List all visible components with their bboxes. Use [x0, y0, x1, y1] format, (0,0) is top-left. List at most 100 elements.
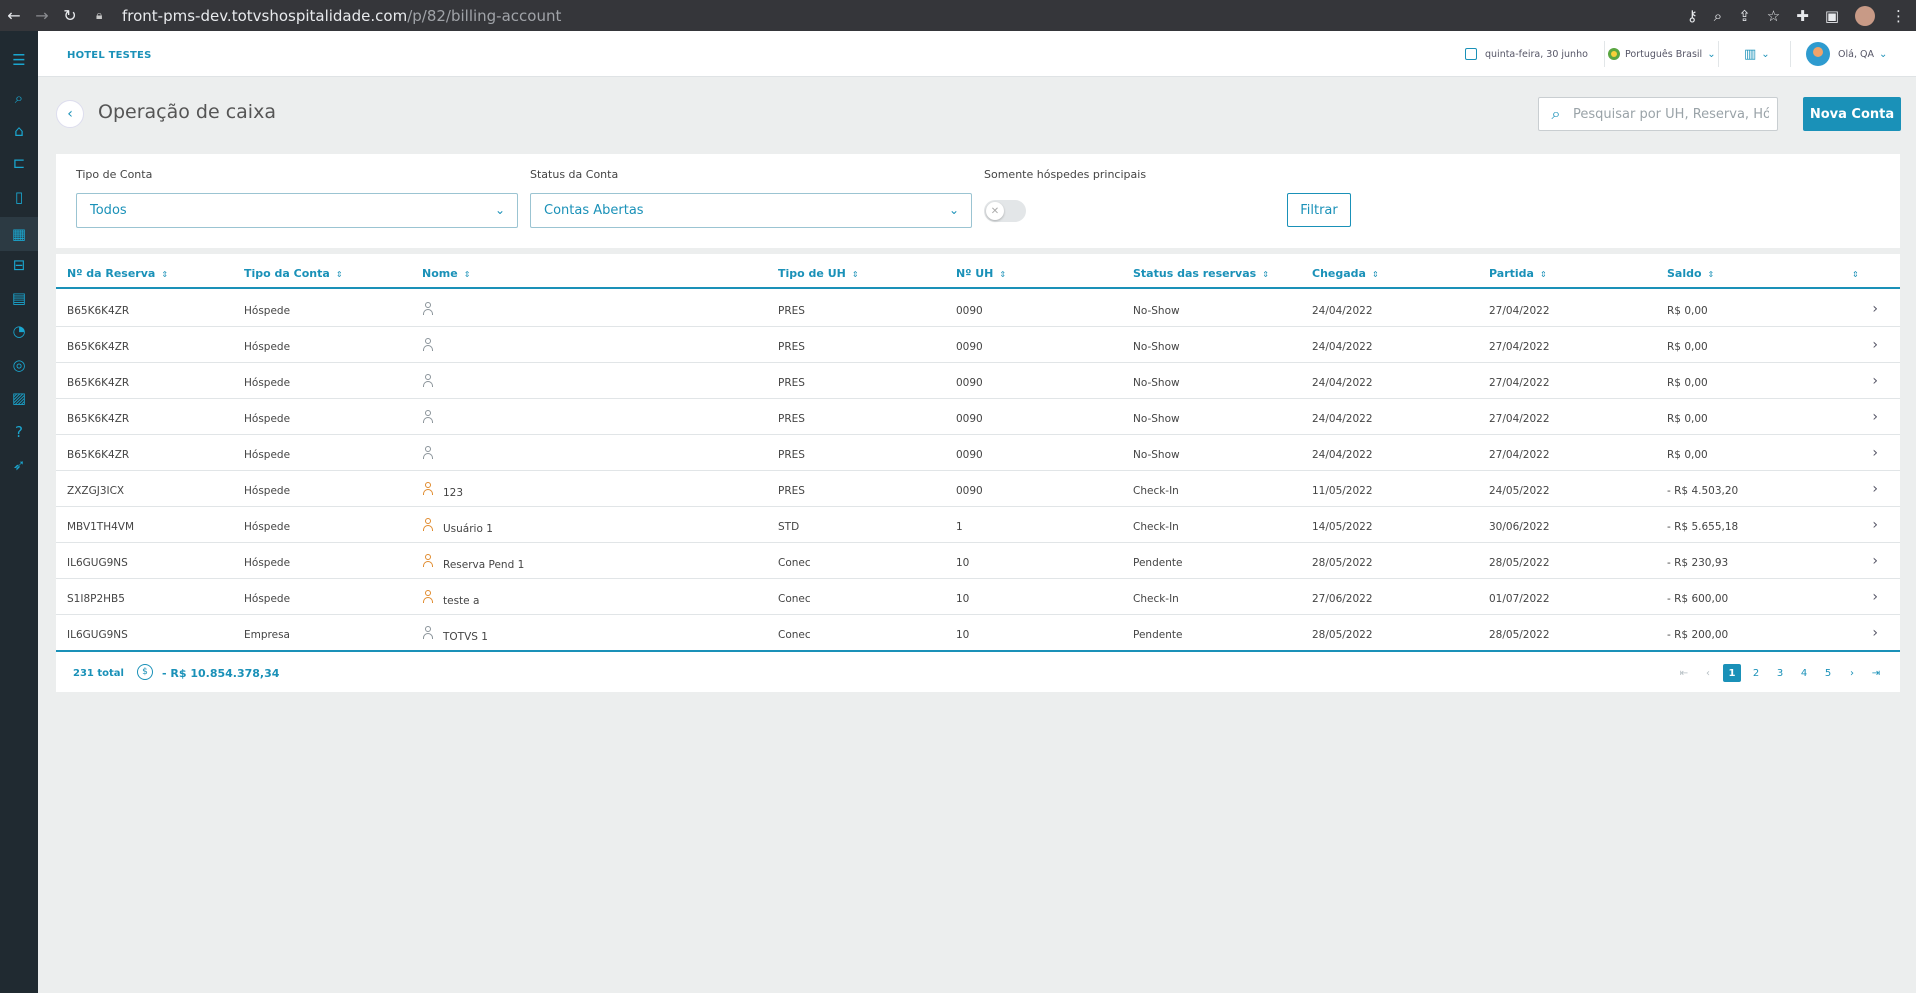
profile-avatar[interactable]: [1855, 5, 1875, 26]
search-box[interactable]: ⌕: [1538, 97, 1778, 131]
cell-partida: 27/04/2022: [1489, 341, 1550, 353]
person-icon: [422, 554, 434, 568]
menu-icon[interactable]: ⋮: [1891, 7, 1906, 25]
chevron-right-icon[interactable]: ›: [1872, 409, 1878, 425]
cell-tipo-conta: Hóspede: [244, 449, 291, 461]
chevron-right-icon[interactable]: ›: [1872, 481, 1878, 497]
chevron-right-icon[interactable]: ›: [1872, 373, 1878, 389]
address-bar[interactable]: 🔒︎ front-pms-dev.totvshospitalidade.com /…: [96, 0, 561, 31]
chevron-right-icon[interactable]: ›: [1872, 337, 1878, 353]
last-page-icon[interactable]: ⇥: [1864, 664, 1888, 682]
cell-saldo: - R$ 4.503,20: [1667, 485, 1739, 497]
luggage-icon[interactable]: ▯: [9, 187, 29, 207]
table-row[interactable]: IL6GUG9NS Hóspede Reserva Pend 1 Conec 10 Pen…: [56, 543, 1900, 579]
main-guests-toggle[interactable]: ✕: [984, 200, 1026, 222]
filter-button[interactable]: Filtrar: [1287, 193, 1351, 227]
status-select[interactable]: Contas Abertas ⌄: [530, 193, 972, 228]
cell-status: No-Show: [1133, 413, 1180, 425]
table-row[interactable]: B65K6K4ZR Hóspede PRES 0090 No-Show 24/04/202…: [56, 435, 1900, 471]
first-page-icon[interactable]: ⇤: [1672, 664, 1696, 682]
sort-icon: ⇕: [463, 270, 471, 279]
housekeeping-icon[interactable]: ⊟: [9, 255, 29, 275]
cell-saldo: - R$ 600,00: [1667, 593, 1729, 605]
col-partida[interactable]: Partida ⇕: [1489, 267, 1547, 280]
col-status[interactable]: Status das reservas ⇕: [1133, 267, 1269, 280]
col-tipo-conta[interactable]: Tipo da Conta ⇕: [244, 267, 343, 280]
search-input[interactable]: [1573, 106, 1769, 122]
chevron-right-icon[interactable]: ›: [1872, 589, 1878, 605]
search-icon[interactable]: ⌕: [9, 88, 29, 108]
settings-icon[interactable]: ◎: [9, 355, 29, 375]
person-icon: [422, 518, 434, 532]
property-selector[interactable]: ▥ ⌄: [1744, 31, 1770, 77]
back-arrow-icon[interactable]: ←: [0, 6, 28, 25]
table-row[interactable]: ZXZGJ3ICX Hóspede 123 PRES 0090 Check-In 11/05…: [56, 471, 1900, 507]
next-page-icon[interactable]: ›: [1840, 664, 1864, 682]
zoom-icon[interactable]: ⌕: [1714, 7, 1722, 25]
back-button[interactable]: ‹: [56, 100, 84, 128]
search-icon: ⌕: [1551, 104, 1561, 123]
table-row[interactable]: B65K6K4ZR Hóspede PRES 0090 No-Show 24/04/202…: [56, 399, 1900, 435]
table-row[interactable]: B65K6K4ZR Hóspede PRES 0090 No-Show 24/04/202…: [56, 291, 1900, 327]
user-menu[interactable]: Olá, QA ⌄: [1806, 31, 1887, 77]
table-row[interactable]: IL6GUG9NS Empresa TOTVS 1 Conec 10 Pendente 28…: [56, 615, 1900, 651]
menu-icon[interactable]: ☰: [9, 50, 29, 70]
key-icon[interactable]: ⚷: [1687, 7, 1698, 25]
cell-tipo-conta: Hóspede: [244, 557, 291, 569]
col-tipo-uh[interactable]: Tipo de UH ⇕: [778, 267, 859, 280]
account-type-select[interactable]: Todos ⌄: [76, 193, 518, 228]
bed-icon[interactable]: ⊏: [9, 153, 29, 173]
chevron-right-icon[interactable]: ›: [1872, 301, 1878, 317]
rocket-icon[interactable]: ➶: [9, 455, 29, 475]
col-saldo[interactable]: Saldo ⇕: [1667, 267, 1714, 280]
app-header: HOTEL TESTES quinta-feira, 30 junho Port…: [38, 31, 1916, 77]
cell-numero-uh: 0090: [956, 305, 983, 317]
new-account-button[interactable]: Nova Conta: [1803, 97, 1901, 131]
table-row[interactable]: S1I8P2HB5 Hóspede teste a Conec 10 Check-In 27…: [56, 579, 1900, 615]
chevron-right-icon[interactable]: ›: [1872, 517, 1878, 533]
table-header: Nº da Reserva ⇕ Tipo da Conta ⇕ Nome ⇕ Tipo…: [56, 254, 1900, 289]
chevron-right-icon[interactable]: ›: [1872, 553, 1878, 569]
cell-reserva: IL6GUG9NS: [67, 629, 128, 641]
page-5[interactable]: 5: [1816, 664, 1840, 682]
col-reserva[interactable]: Nº da Reserva ⇕: [67, 267, 168, 280]
cashier-icon[interactable]: ▦: [0, 217, 38, 251]
extensions-icon[interactable]: ✚: [1796, 7, 1809, 25]
greeting-text: Olá, QA: [1838, 48, 1874, 60]
cell-saldo: - R$ 5.655,18: [1667, 521, 1739, 533]
star-icon[interactable]: ☆: [1767, 7, 1780, 25]
cell-status: No-Show: [1133, 305, 1180, 317]
page-1[interactable]: 1: [1723, 664, 1741, 682]
cell-tipo-conta: Hóspede: [244, 593, 291, 605]
divider: [1790, 41, 1791, 67]
side-panel-icon[interactable]: ▣: [1825, 7, 1839, 25]
person-icon: [422, 410, 434, 424]
col-actions[interactable]: ⇕: [1846, 267, 1859, 280]
table-row[interactable]: B65K6K4ZR Hóspede PRES 0090 No-Show 24/04/202…: [56, 327, 1900, 363]
chevron-right-icon[interactable]: ›: [1872, 445, 1878, 461]
table-row[interactable]: MBV1TH4VM Hóspede Usuário 1 STD 1 Check-In 14/…: [56, 507, 1900, 543]
total-count: 231 total: [73, 668, 124, 679]
chevron-down-icon: ⌄: [1878, 48, 1888, 60]
cell-saldo: R$ 0,00: [1667, 449, 1708, 461]
document-icon[interactable]: ▤: [9, 288, 29, 308]
share-icon[interactable]: ⇪: [1738, 7, 1751, 25]
page-3[interactable]: 3: [1768, 664, 1792, 682]
col-numero-uh[interactable]: Nº UH ⇕: [956, 267, 1006, 280]
home-icon[interactable]: ⌂: [9, 121, 29, 141]
col-chegada[interactable]: Chegada ⇕: [1312, 267, 1379, 280]
cell-tipo-uh: PRES: [778, 341, 805, 353]
page-4[interactable]: 4: [1792, 664, 1816, 682]
help-icon[interactable]: ?: [9, 422, 29, 442]
forward-arrow-icon[interactable]: →: [28, 6, 56, 25]
reload-icon[interactable]: ↻: [56, 6, 84, 25]
chevron-right-icon[interactable]: ›: [1872, 625, 1878, 641]
col-nome[interactable]: Nome ⇕: [422, 267, 470, 280]
reports-icon[interactable]: ◔: [9, 321, 29, 341]
table-row[interactable]: B65K6K4ZR Hóspede PRES 0090 No-Show 24/04/202…: [56, 363, 1900, 399]
page-2[interactable]: 2: [1744, 664, 1768, 682]
cell-numero-uh: 0090: [956, 449, 983, 461]
language-selector[interactable]: Português Brasil ⌄: [1608, 31, 1716, 77]
chart-icon[interactable]: ▨: [9, 388, 29, 408]
prev-page-icon[interactable]: ‹: [1696, 664, 1720, 682]
